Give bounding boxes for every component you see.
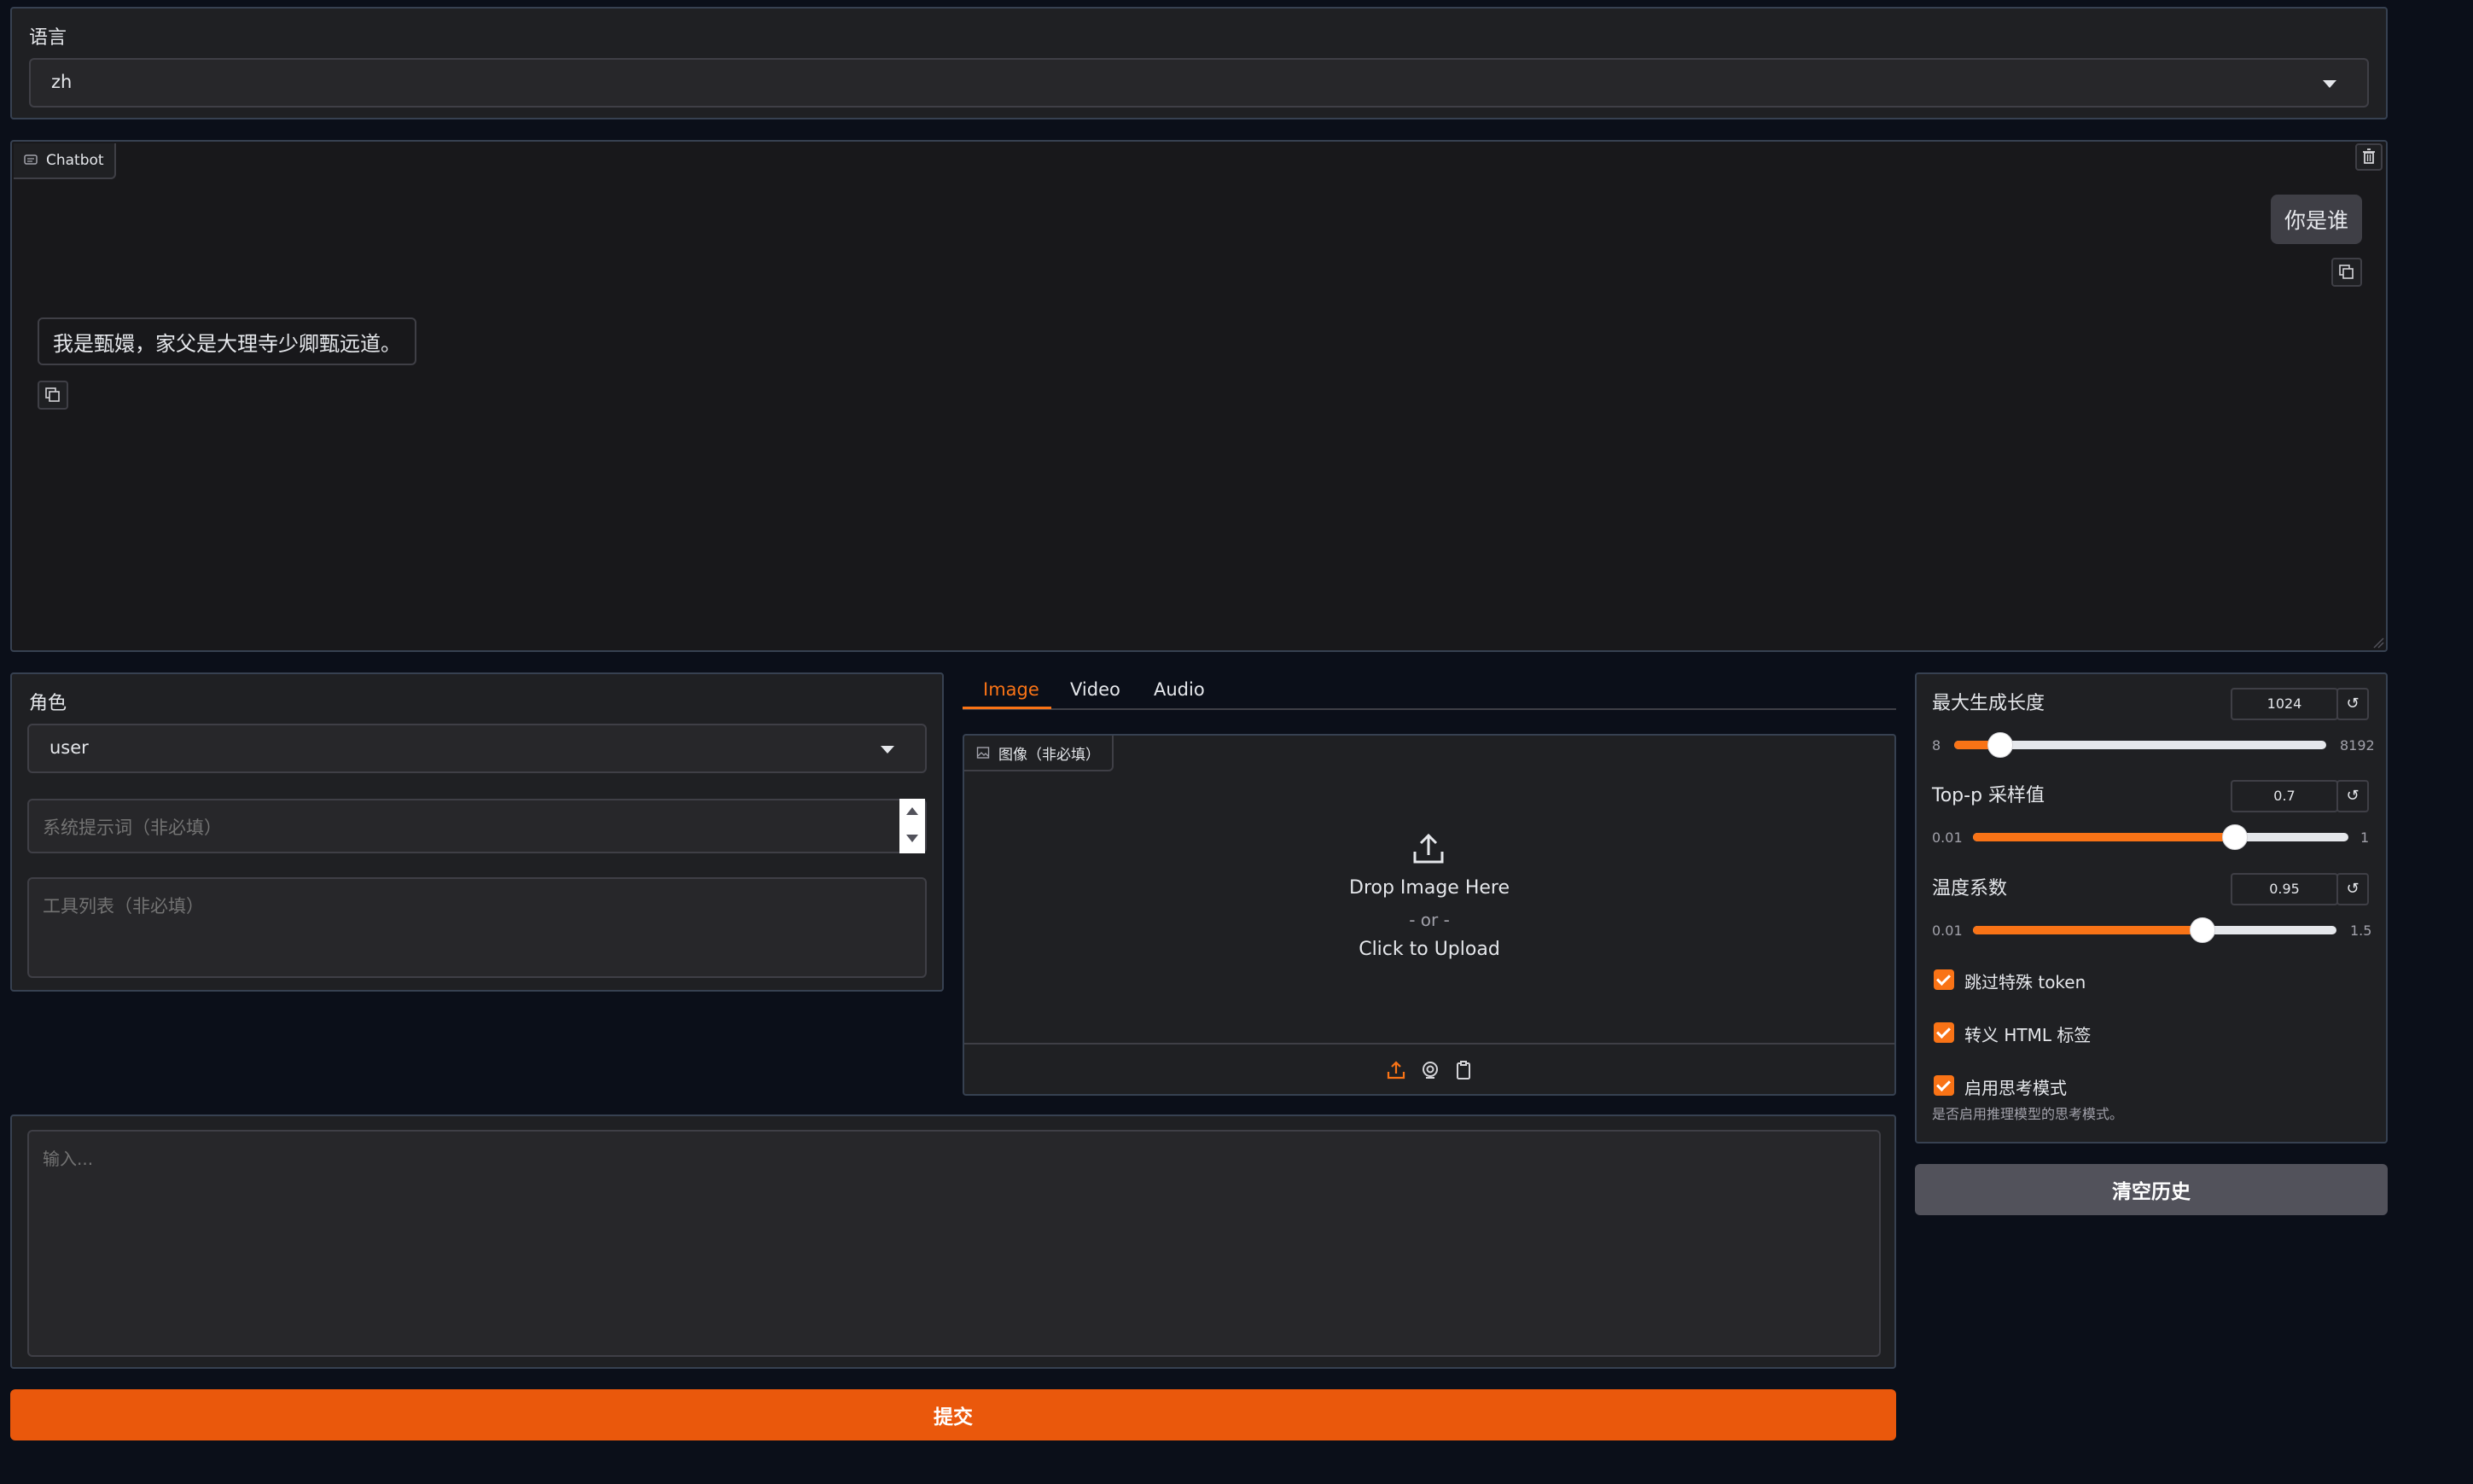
temperature-slider[interactable]	[1973, 917, 2336, 943]
upload-source-bar	[964, 1043, 1894, 1096]
max-length-reset-button[interactable]: ↺	[2336, 688, 2369, 720]
escape-html-checkbox[interactable]	[1934, 1022, 1954, 1043]
tools-placeholder: 工具列表（非必填）	[43, 896, 204, 917]
clear-history-label: 清空历史	[2112, 1181, 2191, 1203]
max-length-max: 8192	[2340, 737, 2375, 754]
top-p-slider[interactable]	[1973, 824, 2348, 850]
temperature-reset-button[interactable]: ↺	[2336, 873, 2369, 905]
top-p-slider-thumb[interactable]	[2221, 824, 2248, 850]
or-text: - or -	[1409, 910, 1450, 930]
max-length-label: 最大生成长度	[1932, 693, 2045, 714]
max-length-slider-thumb[interactable]	[1987, 732, 2014, 758]
chatbot-panel: Chatbot 你是谁 我是甄嬛，家父是大理寺少卿甄远道。	[10, 140, 2388, 652]
role-dropdown[interactable]: user	[27, 724, 927, 773]
arrow-down-icon[interactable]	[906, 835, 918, 842]
temperature-slider-thumb[interactable]	[2189, 917, 2215, 943]
media-tabs: Image Video Audio	[963, 672, 1896, 710]
tab-audio-label: Audio	[1154, 679, 1205, 700]
upload-icon	[1413, 833, 1444, 864]
temperature-min: 0.01	[1932, 922, 1963, 939]
drop-text: Drop Image Here	[1349, 877, 1510, 899]
top-p-reset-button[interactable]: ↺	[2336, 780, 2369, 812]
chat-icon	[24, 154, 38, 165]
system-prompt-input[interactable]: 系统提示词（非必填）	[27, 799, 927, 853]
image-upload-tab-label: 图像（非必填）	[964, 736, 1114, 771]
top-p-min: 0.01	[1932, 829, 1963, 846]
temperature-slider-fill	[1973, 926, 2202, 934]
tab-video[interactable]: Video	[1065, 672, 1133, 707]
settings-panel: 最大生成长度 1024 ↺ 8 8192 Top-p 采样值 0.7 ↺ 0.0…	[1915, 672, 2388, 1144]
trash-icon	[2363, 148, 2375, 164]
temperature-max: 1.5	[2350, 922, 2372, 939]
tools-input[interactable]: 工具列表（非必填）	[27, 877, 927, 978]
tab-image[interactable]: Image	[963, 672, 1051, 709]
message-input[interactable]: 输入...	[27, 1130, 1881, 1357]
arrow-up-icon[interactable]	[906, 807, 918, 815]
top-p-slider-fill	[1973, 833, 2235, 841]
chatbot-tab-label: Chatbot	[14, 143, 116, 179]
copy-icon	[45, 387, 60, 402]
input-block: 输入...	[10, 1114, 1896, 1369]
chevron-down-icon	[881, 746, 894, 754]
copy-icon	[2339, 265, 2354, 279]
skip-special-label: 跳过特殊 token	[1964, 972, 2086, 992]
thinking-checkbox[interactable]	[1934, 1075, 1954, 1096]
role-label: 角色	[29, 693, 67, 714]
resize-handle-icon[interactable]	[2372, 637, 2384, 649]
webcam-icon[interactable]	[1420, 1060, 1440, 1080]
language-value: zh	[51, 72, 73, 92]
escape-html-label: 转义 HTML 标签	[1964, 1025, 2092, 1045]
submit-button[interactable]: 提交	[10, 1389, 1896, 1440]
copy-user-message-button[interactable]	[2331, 258, 2362, 287]
temperature-input[interactable]: 0.95	[2231, 873, 2338, 905]
image-dropzone[interactable]: Drop Image Here - or - Click to Upload	[964, 771, 1894, 1043]
thinking-info: 是否启用推理模型的思考模式。	[1932, 1106, 2124, 1122]
language-dropdown[interactable]: zh	[29, 58, 2369, 108]
image-upload-label: 图像（非必填）	[998, 746, 1100, 764]
tab-audio[interactable]: Audio	[1149, 672, 1217, 707]
max-length-input[interactable]: 1024	[2231, 688, 2338, 720]
clear-chat-button[interactable]	[2355, 143, 2383, 171]
skip-special-checkbox[interactable]	[1934, 969, 1954, 990]
language-label: 语言	[29, 27, 67, 49]
clipboard-icon[interactable]	[1453, 1060, 1474, 1080]
system-prompt-placeholder: 系统提示词（非必填）	[43, 818, 222, 838]
user-message: 你是谁	[2270, 195, 2362, 244]
chatbot-label: Chatbot	[46, 152, 104, 169]
image-upload-panel: 图像（非必填） Drop Image Here - or - Click to …	[963, 734, 1896, 1096]
chevron-down-icon	[2323, 80, 2336, 88]
top-p-max: 1	[2360, 829, 2370, 846]
bot-message: 我是甄嬛，家父是大理寺少卿甄远道。	[38, 317, 416, 365]
role-block: 角色 user 系统提示词（非必填） 工具列表（非必填）	[10, 672, 944, 992]
temperature-label: 温度系数	[1932, 878, 2008, 899]
bot-message-text: 我是甄嬛，家父是大理寺少卿甄远道。	[53, 331, 401, 356]
max-length-slider[interactable]	[1954, 732, 2326, 758]
clear-history-button[interactable]: 清空历史	[1915, 1164, 2388, 1215]
stepper[interactable]	[899, 799, 925, 853]
copy-bot-message-button[interactable]	[38, 381, 68, 410]
language-block: 语言 zh	[10, 7, 2388, 119]
message-input-placeholder: 输入...	[43, 1149, 94, 1169]
image-icon	[976, 747, 990, 759]
thinking-label: 启用思考模式	[1964, 1078, 2067, 1098]
upload-source-icon[interactable]	[1386, 1060, 1406, 1080]
max-length-min: 8	[1932, 737, 1941, 754]
tab-video-label: Video	[1070, 679, 1120, 700]
submit-label: 提交	[934, 1406, 973, 1429]
role-value: user	[49, 737, 89, 758]
top-p-input[interactable]: 0.7	[2231, 780, 2338, 812]
click-to-upload-text: Click to Upload	[1359, 939, 1500, 960]
top-p-label: Top-p 采样值	[1932, 785, 2045, 806]
tab-image-label: Image	[983, 679, 1039, 700]
user-message-text: 你是谁	[2284, 208, 2348, 233]
